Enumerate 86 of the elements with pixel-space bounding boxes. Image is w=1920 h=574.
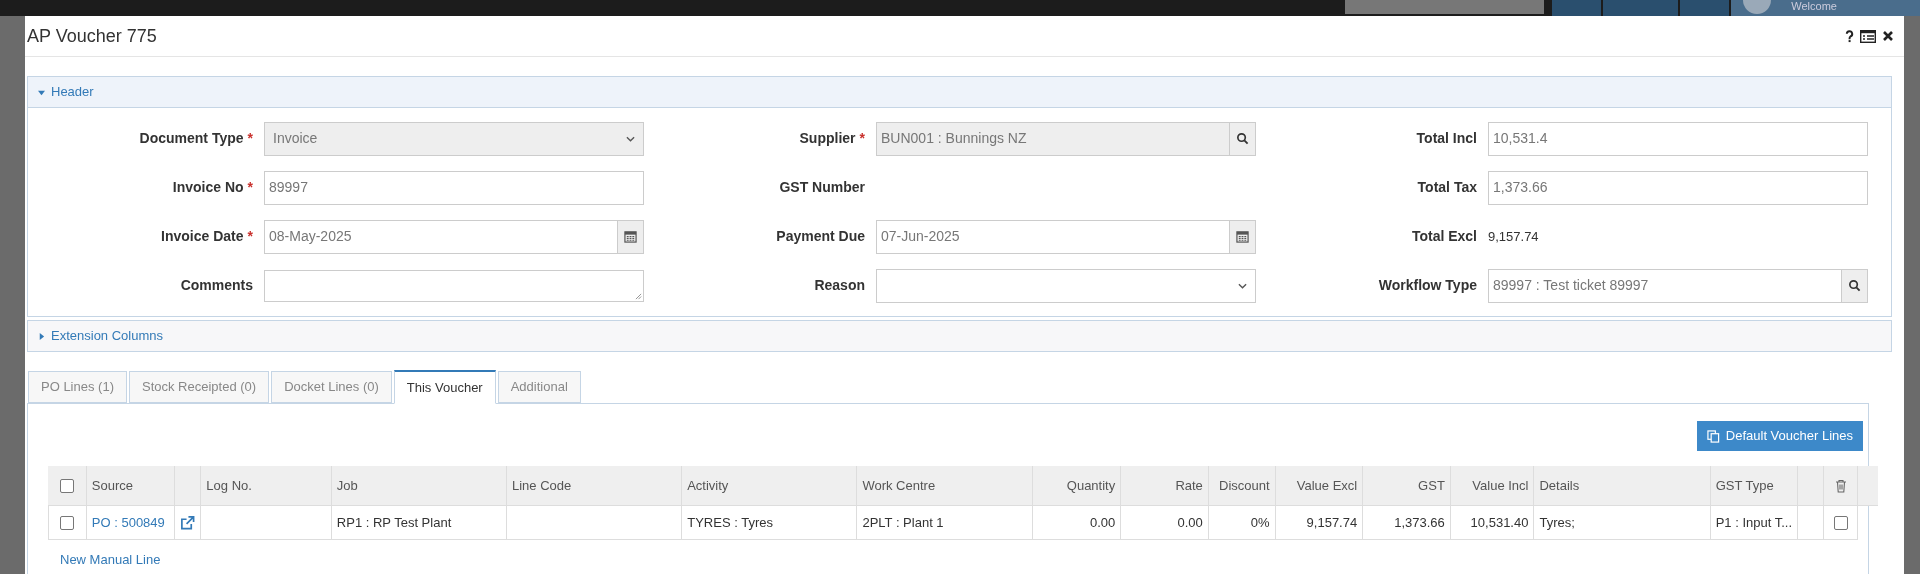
column-header[interactable]: Source [91,475,133,496]
close-icon[interactable] [1882,30,1894,42]
text-field[interactable]: 1,373.66 [1488,170,1868,205]
source-link[interactable]: PO : 500849 [91,512,165,533]
calendar-button[interactable] [618,219,644,254]
column-header[interactable]: Quantity [1066,475,1116,496]
avatar-icon[interactable] [1743,0,1772,14]
column-header[interactable]: Job [336,475,358,496]
field-label: Total Tax [1417,178,1477,197]
column-header[interactable]: Discount [1219,475,1270,496]
required-mark: * [859,129,865,148]
column-header[interactable]: Value Excl [1296,475,1358,496]
list-view-icon[interactable] [1860,29,1876,43]
welcome-text: Welcome [1791,0,1837,13]
search-field[interactable] [1345,0,1544,14]
column-header[interactable]: GST [1418,475,1445,496]
checkbox[interactable] [1833,515,1848,530]
calendar-button[interactable] [1230,219,1256,254]
column-header[interactable]: Value Incl [1472,475,1529,496]
tab[interactable]: Docket Lines (0) [271,371,392,403]
copy-icon [1706,429,1720,443]
column-header[interactable]: GST Type [1715,475,1774,496]
required-mark: * [247,178,253,197]
required-mark: * [247,227,253,246]
field-value: 9,157.74 [1488,227,1539,246]
chevron-down-icon [626,135,635,142]
checkbox[interactable] [59,478,74,493]
table-cell-text: 1,373.66 [1394,513,1445,532]
field-label: Supplier [799,129,856,148]
extension-section-toggle[interactable]: Extension Columns [28,321,1891,351]
field-label: Total Excl [1411,227,1477,246]
tab[interactable]: PO Lines (1) [28,371,127,403]
caret-icon [38,88,45,96]
select-field[interactable] [876,268,1256,303]
table-cell-text: Tyres; [1539,513,1575,532]
lookup-field[interactable]: 89997 : Test ticket 89997 [1488,268,1842,303]
text-field[interactable]: 10,531.4 [1488,121,1868,156]
text-field[interactable]: 89997 [264,170,644,205]
date-field[interactable]: 08-May-2025 [264,219,618,254]
table-cell-text: RP1 : RP Test Plant [336,513,452,532]
column-header[interactable]: Activity [687,475,729,496]
table-cell-text: 2PLT : Plant 1 [862,513,944,532]
column-header[interactable]: Rate [1175,475,1203,496]
external-link-icon[interactable] [180,514,196,531]
table-cell-text: 0.00 [1089,513,1116,532]
search-button[interactable] [1230,121,1256,156]
date-field[interactable]: 07-Jun-2025 [876,219,1230,254]
field-label: Reason [814,276,865,295]
new-manual-line-link[interactable]: New Manual Line [60,550,161,570]
help-icon[interactable] [1845,29,1854,43]
tab[interactable]: Additional [497,371,581,403]
calendar-icon [1236,230,1249,243]
comments-field[interactable] [264,269,644,302]
field-label: Invoice No [172,178,244,197]
field-label: GST Number [779,178,865,197]
table-cell-text: 0.00 [1177,513,1203,532]
chevron-down-icon [1238,282,1247,289]
field-label: Total Incl [1416,129,1477,148]
trash-icon[interactable] [1834,478,1847,493]
dialog-title: AP Voucher 775 [27,24,157,48]
table-cell-text: TYRES : Tyres [687,513,773,532]
table-cell-text: 9,157.74 [1306,513,1358,532]
tab[interactable]: This Voucher [393,370,496,404]
search-button[interactable] [1842,268,1868,303]
resize-grip-icon [635,292,642,300]
column-header[interactable]: Line Code [512,475,572,496]
column-header[interactable]: Work Centre [862,475,936,496]
tab[interactable]: Stock Receipted (0) [129,371,270,403]
table-cell-text: 0% [1250,513,1270,532]
default-voucher-lines-button[interactable]: Default Voucher Lines [1696,421,1863,451]
search-icon [1236,132,1249,145]
column-header[interactable]: Log No. [206,475,252,496]
field-label: Payment Due [776,227,865,246]
column-header[interactable]: Details [1539,475,1580,496]
checkbox[interactable] [60,515,75,530]
header-section-toggle[interactable]: Header [28,77,1891,108]
calendar-icon [624,230,637,243]
field-label: Invoice Date [161,227,244,246]
field-label: Comments [180,276,253,295]
table-cell-text: 10,531.40 [1470,513,1529,532]
table-cell-text: P1 : Input T... [1715,513,1792,532]
caret-icon [38,332,45,340]
field-label: Document Type [139,129,244,148]
field-label: Workflow Type [1378,276,1477,295]
required-mark: * [247,129,253,148]
search-icon [1848,279,1861,292]
